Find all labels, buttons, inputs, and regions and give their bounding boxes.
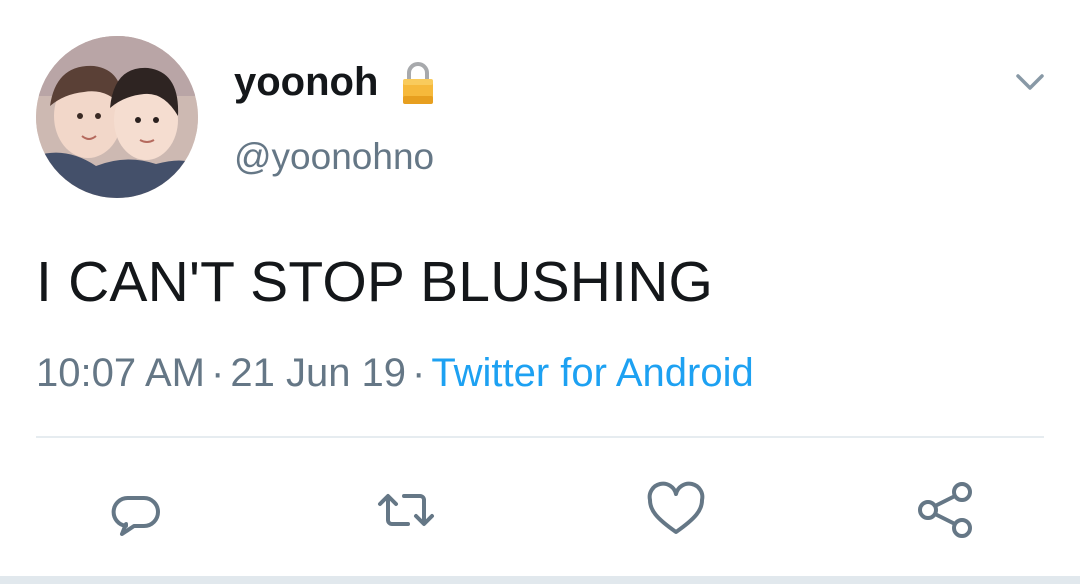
display-name[interactable]: yoonoh bbox=[234, 58, 378, 106]
chevron-down-icon[interactable] bbox=[1010, 66, 1050, 98]
divider bbox=[36, 436, 1044, 438]
reply-button[interactable] bbox=[96, 470, 176, 550]
heart-icon bbox=[647, 481, 705, 534]
tweet-text: I CAN'T STOP BLUSHING bbox=[36, 250, 714, 314]
tweet-card: yoonoh @yoonohno I CAN'T STOP BLUSHING 1… bbox=[0, 0, 1080, 584]
share-button[interactable] bbox=[906, 470, 986, 550]
tweet-date[interactable]: 21 Jun 19 bbox=[230, 351, 406, 395]
tweet-meta: 10:07 AM · 21 Jun 19 · Twitter for Android bbox=[36, 346, 754, 400]
tweet-source-link[interactable]: Twitter for Android bbox=[431, 351, 753, 395]
lock-icon bbox=[403, 62, 433, 104]
share-icon bbox=[918, 482, 972, 538]
reply-icon bbox=[111, 495, 160, 536]
retweet-button[interactable] bbox=[366, 470, 446, 550]
user-handle[interactable]: @yoonohno bbox=[234, 134, 434, 180]
avatar-image bbox=[36, 36, 198, 198]
avatar[interactable] bbox=[36, 36, 198, 198]
retweet-icon bbox=[378, 494, 434, 526]
action-bar bbox=[0, 470, 1080, 550]
meta-separator: · bbox=[211, 351, 225, 395]
bottom-border bbox=[0, 576, 1080, 584]
meta-separator: · bbox=[412, 351, 426, 395]
like-button[interactable] bbox=[636, 470, 716, 550]
tweet-time[interactable]: 10:07 AM bbox=[36, 351, 205, 395]
